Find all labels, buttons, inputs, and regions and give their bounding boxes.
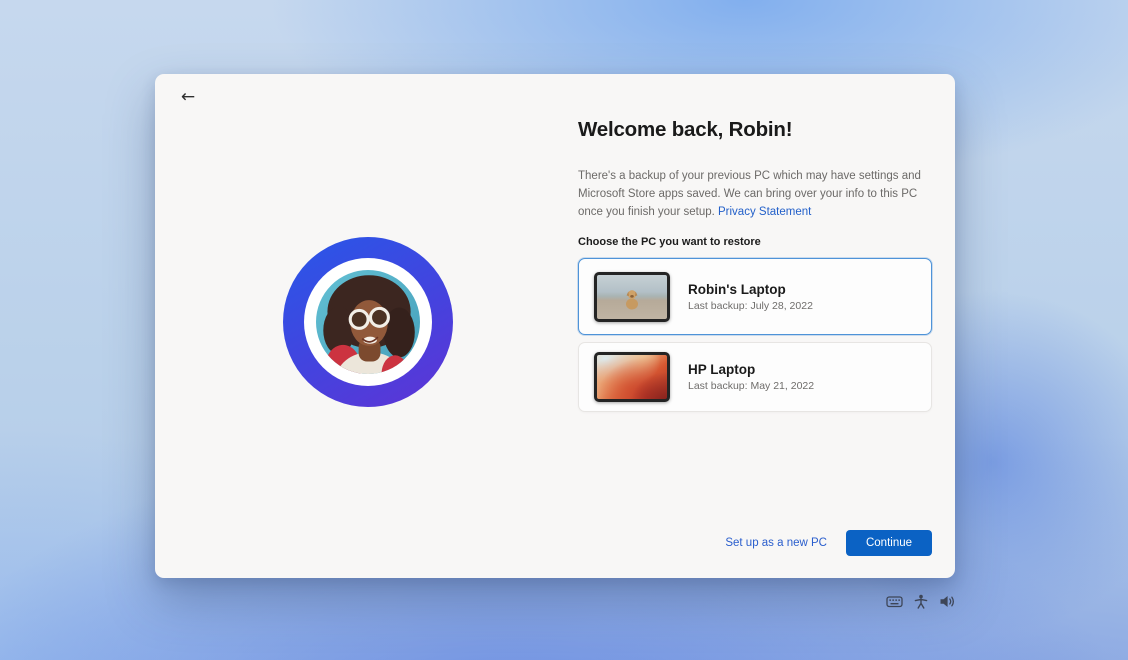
pc-thumbnail-frame — [594, 272, 670, 322]
pc-name: HP Laptop — [688, 362, 814, 377]
keyboard-icon[interactable] — [886, 594, 903, 609]
avatar-photo — [316, 270, 420, 374]
pc-name: Robin's Laptop — [688, 282, 813, 297]
pc-meta: Robin's Laptop Last backup: July 28, 202… — [688, 282, 813, 312]
intro-text: There's a backup of your previous PC whi… — [578, 168, 930, 221]
orange-bloom-wallpaper — [597, 355, 667, 399]
dog-on-beach-photo — [597, 275, 667, 319]
pc-card-robins-laptop[interactable]: Robin's Laptop Last backup: July 28, 202… — [578, 258, 932, 335]
pc-last-backup: Last backup: July 28, 2022 — [688, 300, 813, 312]
privacy-statement-link[interactable]: Privacy Statement — [718, 206, 811, 218]
setup-new-pc-link[interactable]: Set up as a new PC — [725, 537, 827, 549]
system-tray — [886, 594, 956, 609]
profile-photo-woman-sunglasses — [316, 270, 420, 374]
setup-dialog: ← — [155, 74, 955, 578]
pc-last-backup: Last backup: May 21, 2022 — [688, 380, 814, 392]
back-button[interactable]: ← — [174, 84, 202, 110]
chooser-label: Choose the PC you want to restore — [578, 236, 932, 248]
accessibility-icon[interactable] — [914, 594, 928, 609]
pc-thumbnail-frame — [594, 352, 670, 402]
footer-actions: Set up as a new PC Continue — [725, 530, 932, 556]
volume-icon[interactable] — [939, 594, 956, 609]
pc-list: Robin's Laptop Last backup: July 28, 202… — [578, 258, 932, 412]
page-title: Welcome back, Robin! — [578, 118, 932, 142]
pc-card-hp-laptop[interactable]: HP Laptop Last backup: May 21, 2022 — [578, 342, 932, 412]
main-content: Welcome back, Robin! There's a backup of… — [578, 74, 932, 578]
avatar — [283, 237, 453, 407]
dog-icon — [619, 285, 645, 311]
continue-button[interactable]: Continue — [846, 530, 932, 556]
pc-meta: HP Laptop Last backup: May 21, 2022 — [688, 362, 814, 392]
